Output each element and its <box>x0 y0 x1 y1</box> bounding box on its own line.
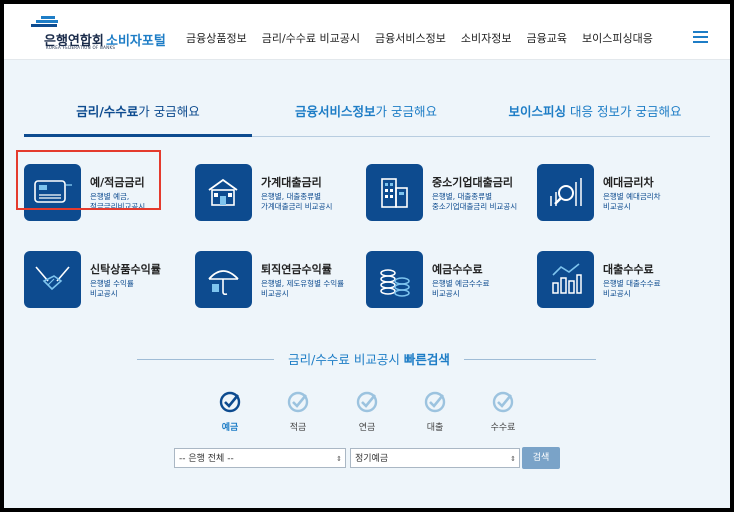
card-title: 예대금리차 <box>603 176 654 189</box>
card-sme-loan-rates[interactable]: 중소기업대출금리 은행별, 대출종류별 중소기업대출금리 비교공시 <box>366 164 526 222</box>
card-title: 퇴직연금수익률 <box>261 263 332 276</box>
card-description: 은행별, 대출종류별 중소기업대출금리 비교공시 <box>432 192 532 212</box>
card-pension-returns[interactable]: 퇴직연금수익률 은행별, 제도유형별 수익률 비교공시 <box>195 251 355 309</box>
desc-line: 비교공시 <box>90 289 118 298</box>
option-label: 적금 <box>289 423 307 433</box>
card-title: 대출수수료 <box>603 263 654 276</box>
desc-line: 은행별, 대출종류별 <box>261 192 321 201</box>
nav-item-consumer[interactable]: 소비자정보 <box>461 30 512 46</box>
bar-chart-icon <box>537 251 594 308</box>
desc-line: 은행별, 대출종류별 <box>432 192 492 201</box>
quick-search-title: 금리/수수료 비교공시 빠른검색 <box>274 349 464 368</box>
desc-line: 비교공시 <box>603 289 631 298</box>
select-value: -- 은행 전체 -- <box>179 454 234 464</box>
logo-subtext: KOREA FEDERATION OF BANKS <box>46 45 116 50</box>
card-description: 은행별, 대출종류별 가계대출금리 비교공시 <box>261 192 361 212</box>
tab-voice-phishing[interactable]: 보이스피싱 대응 정보가 궁금해요 <box>480 96 710 137</box>
desc-line: 비교공시 <box>603 202 631 211</box>
topic-tabs: 금리/수수료가 궁금해요 금융서비스정보가 궁금해요 보이스피싱 대응 정보가 … <box>24 96 710 137</box>
option-label: 예금 <box>221 423 239 433</box>
hamburger-icon[interactable] <box>693 31 708 44</box>
tab-rest: 가 궁금해요 <box>375 104 437 119</box>
browser-viewport: 은행연합회 KOREA FEDERATION OF BANKS 소비자포털 금융… <box>4 4 730 508</box>
card-description: 은행별 수익률 비교공시 <box>90 279 190 299</box>
check-circle-icon <box>219 391 241 413</box>
nav-item-services[interactable]: 금융서비스정보 <box>375 30 446 46</box>
option-label: 수수료 <box>490 423 516 433</box>
quick-option-pension[interactable]: 연금 <box>342 391 392 433</box>
title-plain: 금리/수수료 비교공시 <box>288 352 404 367</box>
card-deposit-fees[interactable]: 예금수수료 은행별 예금수수료 비교공시 <box>366 251 526 309</box>
card-household-loan-rates[interactable]: 가계대출금리 은행별, 대출종류별 가계대출금리 비교공시 <box>195 164 355 222</box>
check-circle-icon <box>492 391 514 413</box>
nav-item-rate-compare[interactable]: 금리/수수료 비교공시 <box>262 30 360 46</box>
site-header: 은행연합회 KOREA FEDERATION OF BANKS 소비자포털 금융… <box>4 4 730 60</box>
desc-line: 은행별, 제도유형별 수익률 <box>261 279 345 288</box>
tab-rest: 가 궁금해요 <box>138 104 200 119</box>
card-deposit-loan-spread[interactable]: 예대금리차 은행별 예대금리차 비교공시 <box>537 164 697 222</box>
desc-line: 은행별 수익률 <box>90 279 134 288</box>
nav-item-education[interactable]: 금융교육 <box>526 30 566 46</box>
updown-arrow-icon: ⇕ <box>510 455 516 463</box>
card-description: 은행별 예대금리차 비교공시 <box>603 192 703 212</box>
option-label: 대출 <box>426 423 444 433</box>
card-title: 중소기업대출금리 <box>432 176 513 189</box>
card-description: 은행별 예금수수료 비교공시 <box>432 279 532 299</box>
quick-option-loan[interactable]: 대출 <box>410 391 460 433</box>
check-circle-icon <box>356 391 378 413</box>
tab-rates-fees[interactable]: 금리/수수료가 궁금해요 <box>24 96 252 137</box>
card-description: 은행별, 제도유형별 수익률 비교공시 <box>261 279 361 299</box>
magnifier-chart-icon <box>537 164 594 221</box>
main-nav: 금융상품정보 금리/수수료 비교공시 금융서비스정보 소비자정보 금융교육 보이… <box>186 30 668 46</box>
tab-strong: 금융서비스정보 <box>295 104 376 119</box>
nav-item-voicephishing[interactable]: 보이스피싱대응 <box>582 30 653 46</box>
tab-rest: 대응 정보가 궁금해요 <box>566 104 682 119</box>
bank-select[interactable]: -- 은행 전체 -- ⇕ <box>174 448 346 468</box>
desc-line: 비교공시 <box>432 289 460 298</box>
coins-icon <box>366 251 423 308</box>
house-icon <box>195 164 252 221</box>
desc-line: 가계대출금리 비교공시 <box>261 202 333 211</box>
desc-line: 은행별 대출수수료 <box>603 279 661 288</box>
check-circle-icon <box>424 391 446 413</box>
building-icon <box>366 164 423 221</box>
site-logo[interactable]: 은행연합회 KOREA FEDERATION OF BANKS 소비자포털 <box>24 14 184 50</box>
umbrella-icon <box>195 251 252 308</box>
divider <box>137 359 282 360</box>
updown-arrow-icon: ⇕ <box>336 455 342 463</box>
card-loan-fees[interactable]: 대출수수료 은행별 대출수수료 비교공시 <box>537 251 697 309</box>
tab-financial-services[interactable]: 금융서비스정보가 궁금해요 <box>252 96 480 137</box>
card-description: 은행별 대출수수료 비교공시 <box>603 279 703 299</box>
card-trust-returns[interactable]: 신탁상품수익률 은행별 수익률 비교공시 <box>24 251 184 309</box>
quick-option-deposit[interactable]: 예금 <box>205 391 255 433</box>
desc-line: 은행별 예금수수료 <box>432 279 490 288</box>
quick-option-fees[interactable]: 수수료 <box>478 391 528 433</box>
tab-strong: 보이스피싱 <box>508 104 567 119</box>
title-strong: 빠른검색 <box>403 352 450 367</box>
divider <box>456 359 596 360</box>
desc-line: 비교공시 <box>261 289 289 298</box>
card-title: 신탁상품수익률 <box>90 263 161 276</box>
portal-name: 소비자포털 <box>106 34 166 49</box>
option-label: 연금 <box>358 423 376 433</box>
select-value: 정기예금 <box>355 454 389 464</box>
search-button[interactable]: 검색 <box>522 447 560 469</box>
card-title: 예금수수료 <box>432 263 483 276</box>
check-circle-icon <box>287 391 309 413</box>
quick-option-savings[interactable]: 적금 <box>273 391 323 433</box>
nav-item-products[interactable]: 금융상품정보 <box>186 30 247 46</box>
tab-strong: 금리/수수료 <box>76 104 139 119</box>
handshake-icon <box>24 251 81 308</box>
card-title: 가계대출금리 <box>261 176 322 189</box>
desc-line: 은행별 예대금리차 <box>603 192 661 201</box>
highlight-box <box>16 150 161 210</box>
product-select[interactable]: 정기예금 ⇕ <box>350 448 520 468</box>
desc-line: 중소기업대출금리 비교공시 <box>432 202 518 211</box>
